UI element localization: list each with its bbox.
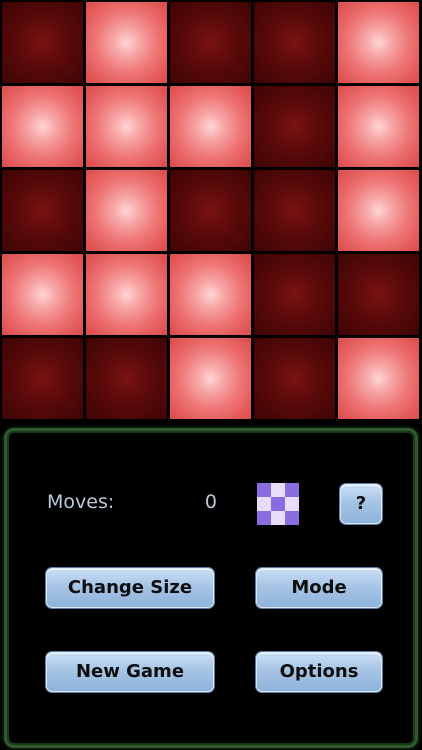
board-cell-r0-c3[interactable] bbox=[254, 2, 335, 83]
pattern-cell bbox=[257, 483, 271, 497]
pattern-cell bbox=[271, 511, 285, 525]
control-panel: Moves: 0 ? Change Size Mode New Game Opt… bbox=[4, 428, 418, 748]
board-cell-r0-c2[interactable] bbox=[170, 2, 251, 83]
pattern-cell bbox=[257, 511, 271, 525]
board-cell-r1-c2[interactable] bbox=[170, 86, 251, 167]
moves-label: Moves: bbox=[47, 491, 115, 513]
options-button[interactable]: Options bbox=[256, 652, 382, 692]
pattern-cell bbox=[271, 497, 285, 511]
board-cell-r1-c0[interactable] bbox=[2, 86, 83, 167]
board-cell-r0-c1[interactable] bbox=[86, 2, 167, 83]
board-cell-r3-c4[interactable] bbox=[338, 254, 419, 335]
board-cell-r4-c1[interactable] bbox=[86, 338, 167, 419]
board-cell-r1-c4[interactable] bbox=[338, 86, 419, 167]
moves-counter: 0 bbox=[204, 491, 217, 513]
game-board bbox=[0, 0, 422, 425]
new-game-button[interactable]: New Game bbox=[46, 652, 214, 692]
help-button[interactable]: ? bbox=[340, 484, 382, 524]
pattern-cell bbox=[285, 511, 299, 525]
board-cell-r1-c3[interactable] bbox=[254, 86, 335, 167]
pattern-cell bbox=[285, 483, 299, 497]
board-cell-r1-c1[interactable] bbox=[86, 86, 167, 167]
board-cell-r2-c2[interactable] bbox=[170, 170, 251, 251]
board-cell-r3-c0[interactable] bbox=[2, 254, 83, 335]
board-cell-r4-c0[interactable] bbox=[2, 338, 83, 419]
board-cell-r2-c1[interactable] bbox=[86, 170, 167, 251]
pattern-cell bbox=[271, 483, 285, 497]
board-cell-r4-c3[interactable] bbox=[254, 338, 335, 419]
pattern-grid-icon bbox=[257, 483, 299, 525]
board-cell-r3-c2[interactable] bbox=[170, 254, 251, 335]
board-cell-r4-c4[interactable] bbox=[338, 338, 419, 419]
board-cell-r4-c2[interactable] bbox=[170, 338, 251, 419]
board-cell-r3-c1[interactable] bbox=[86, 254, 167, 335]
board-cell-r0-c4[interactable] bbox=[338, 2, 419, 83]
board-cell-r0-c0[interactable] bbox=[2, 2, 83, 83]
board-cell-r3-c3[interactable] bbox=[254, 254, 335, 335]
mode-button[interactable]: Mode bbox=[256, 568, 382, 608]
change-size-button[interactable]: Change Size bbox=[46, 568, 214, 608]
board-cell-r2-c0[interactable] bbox=[2, 170, 83, 251]
board-cell-r2-c3[interactable] bbox=[254, 170, 335, 251]
pattern-cell bbox=[257, 497, 271, 511]
board-cell-r2-c4[interactable] bbox=[338, 170, 419, 251]
pattern-cell bbox=[285, 497, 299, 511]
